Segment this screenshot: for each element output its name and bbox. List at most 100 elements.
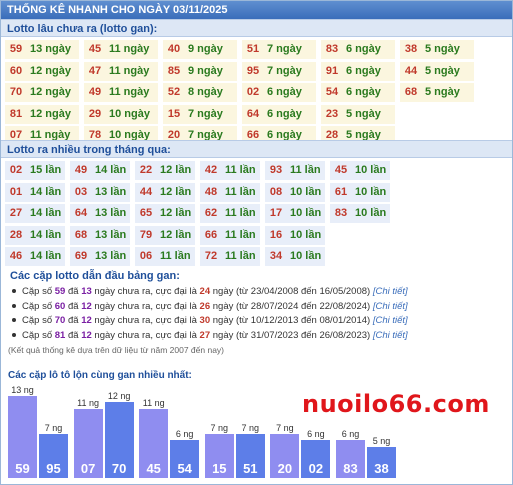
- site-watermark: nuoilo66.com: [302, 390, 490, 418]
- stat-cell: 81 12 ngày: [5, 104, 79, 124]
- stat-cell: 49 14 lần: [70, 161, 130, 180]
- pair-text: ngày chưa ra, cực đại là: [91, 286, 200, 297]
- lotto-number: 49: [70, 161, 92, 180]
- stat-cell: 46 14 lần: [5, 247, 65, 266]
- stat-cell: 49 11 ngày: [84, 83, 158, 102]
- pair-text: đã: [65, 300, 82, 312]
- chart-title: Các cặp lô tô lộn cùng gan nhiều nhất:: [8, 370, 192, 381]
- lotto-number: 66: [200, 225, 222, 245]
- lotto-number: 69: [70, 247, 92, 266]
- stat-cell: 44 5 ngày: [400, 61, 474, 81]
- bar-number-label: 07: [80, 461, 96, 476]
- lotto-number: 42: [200, 161, 222, 180]
- pair-text: đã: [65, 329, 82, 341]
- stat-cell: 08 10 lần: [265, 182, 325, 202]
- lotto-number: 68: [70, 225, 92, 245]
- pair-text: ngày chưa ra, cực đại là: [91, 329, 200, 341]
- bar-number-label: 51: [243, 461, 258, 476]
- detail-link[interactable]: [Chi tiết]: [373, 315, 408, 326]
- bar-value-label: 6 ng: [175, 429, 194, 440]
- pair-text: Cặp số: [22, 286, 55, 297]
- bar-number-label: 95: [46, 461, 61, 476]
- lotto-number: 60: [5, 61, 27, 81]
- lotto-number: 17: [265, 204, 287, 223]
- lotto-number: 02: [242, 83, 264, 102]
- lotto-number: 23: [321, 104, 343, 124]
- bar-value-label: 11 ng: [142, 397, 165, 408]
- lotto-count: 10 lần: [287, 204, 325, 223]
- stat-cell: 68 13 lần: [70, 225, 130, 245]
- lotto-count: 10 lần: [352, 161, 390, 180]
- detail-link[interactable]: [Chi tiết]: [373, 330, 408, 341]
- bar-number-label: 38: [374, 461, 389, 476]
- lotto-count: 13 lần: [92, 247, 130, 266]
- bar-number-label: 20: [277, 461, 293, 476]
- bar-number-label: 02: [308, 461, 324, 476]
- lotto-number: 44: [135, 182, 157, 202]
- lotto-count: 8 ngày: [185, 83, 237, 102]
- lotto-number: 95: [242, 61, 264, 81]
- stat-cell: 69 13 lần: [70, 247, 130, 266]
- lotto-count: 5 ngày: [422, 61, 474, 81]
- pair-text: đã: [65, 315, 82, 326]
- lotto-count: 11 lần: [222, 225, 260, 245]
- pair-item: Cặp số 70 đã 12 ngày chưa ra, cực đại là…: [12, 315, 408, 326]
- lotto-count: 12 ngày: [27, 83, 79, 102]
- stat-cell: 95 7 ngày: [242, 61, 316, 81]
- bullet-icon: [12, 289, 16, 294]
- lotto-count: 11 lần: [222, 247, 260, 266]
- stat-cell: 68 5 ngày: [400, 83, 474, 102]
- lotto-count: 14 lần: [92, 161, 130, 180]
- stat-cell: 52 8 ngày: [163, 83, 237, 102]
- stat-cell: 83 10 lần: [330, 204, 390, 223]
- lotto-number: 28: [5, 225, 27, 245]
- lotto-number: 48: [200, 182, 222, 202]
- stat-cell: 66 11 lần: [200, 225, 260, 245]
- pair-text: ngày (từ 28/07/2024 đến 22/08/2024): [210, 300, 373, 312]
- stat-cell: 42 11 lần: [200, 161, 260, 180]
- stat-cell: 79 12 lần: [135, 225, 195, 245]
- bar-number-label: 54: [177, 461, 192, 476]
- lotto-number: 93: [265, 161, 287, 180]
- lotto-count: 12 lần: [157, 161, 195, 180]
- lotto-count: 7 ngày: [264, 40, 316, 59]
- lotto-count: 10 lần: [352, 204, 390, 223]
- pair-text: ngày chưa ra, cực đại là: [91, 315, 200, 326]
- pair-number: 59: [54, 286, 66, 297]
- stat-cell: 64 6 ngày: [242, 104, 316, 124]
- lotto-number: 62: [200, 204, 222, 223]
- stat-cell: 47 11 ngày: [84, 61, 158, 81]
- stat-cell: 51 7 ngày: [242, 40, 316, 59]
- lotto-number: 51: [242, 40, 264, 59]
- page-title: THỐNG KÊ NHANH CHO NGÀY 03/11/2025: [1, 1, 512, 19]
- bar-value-label: 7 ng: [44, 422, 63, 433]
- lotto-number: 61: [330, 182, 352, 202]
- bar-number-label: 70: [111, 461, 127, 476]
- bar-value-label: 11 ng: [77, 397, 100, 408]
- detail-link[interactable]: [Chi tiết]: [373, 286, 408, 297]
- lotto-number: 40: [163, 40, 185, 59]
- pair-max: 24: [199, 286, 211, 297]
- lotto-number: 45: [330, 161, 352, 180]
- stat-cell: 54 6 ngày: [321, 83, 395, 102]
- lotto-count: 5 ngày: [422, 40, 474, 59]
- pair-text: ngày (từ 23/04/2008 đến 16/05/2008): [210, 286, 373, 297]
- lotto-number: 83: [321, 40, 343, 59]
- lotto-number: 15: [163, 104, 185, 124]
- lotto-count: 7 ngày: [185, 104, 237, 124]
- lotto-number: 68: [400, 83, 422, 102]
- stat-cell: 38 5 ngày: [400, 40, 474, 59]
- stat-cell: 17 10 lần: [265, 204, 325, 223]
- detail-link[interactable]: [Chi tiết]: [373, 301, 408, 312]
- lotto-count: 12 ngày: [27, 61, 79, 81]
- bar-number-label: 83: [343, 461, 358, 476]
- lotto-count: 10 lần: [287, 225, 325, 245]
- lotto-count: 11 lần: [157, 247, 195, 266]
- stat-cell: 72 11 lần: [200, 247, 260, 266]
- pair-item: Cặp số 81 đã 12 ngày chưa ra, cực đại là…: [12, 330, 408, 341]
- pair-text: ngày (từ 10/12/2013 đến 08/01/2014): [210, 315, 373, 326]
- lotto-number: 44: [400, 61, 422, 81]
- bullet-icon: [12, 318, 16, 323]
- lotto-count: 11 ngày: [106, 61, 158, 81]
- bar-number-label: 45: [146, 461, 161, 476]
